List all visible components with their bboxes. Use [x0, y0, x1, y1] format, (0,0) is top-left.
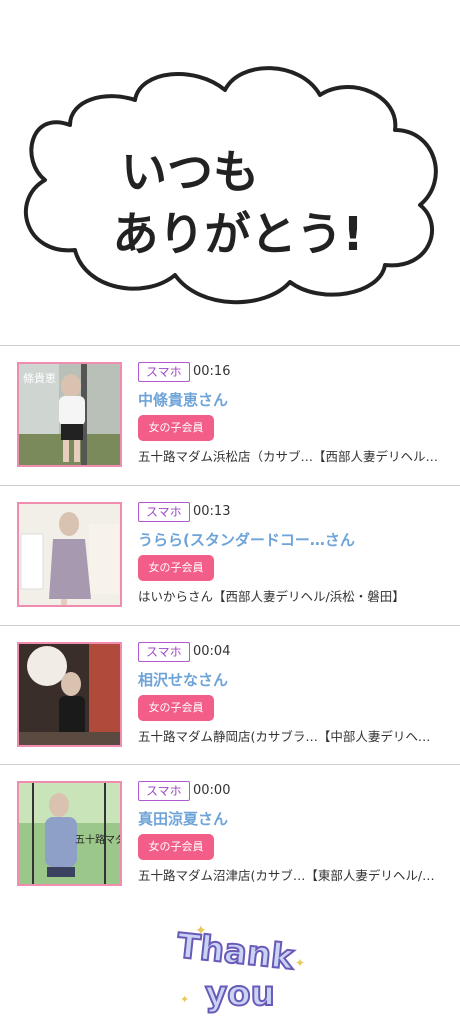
profile-photo: [19, 504, 120, 605]
shop-name: 五十路マダム沼津店(カサブ…【東部人妻デリヘル/…: [138, 868, 435, 883]
thank-you-banner: いつも ありがとう!: [0, 0, 460, 345]
member-name-link[interactable]: 相沢せなさん: [138, 670, 228, 690]
access-time: 00:13: [193, 504, 231, 519]
thumb-caption: 條貴恵: [23, 371, 56, 385]
banner-line1: いつも: [121, 145, 259, 199]
shop-name: はいからさん【西部人妻デリヘル/浜松・磐田】: [138, 589, 405, 604]
member-name-link[interactable]: うらら(スタンダードコー…さん: [138, 530, 355, 550]
member-type-badge: 女の子会員: [138, 555, 214, 581]
list-item[interactable]: 條貴恵 スマホ 00:16 中條貴恵さん 女の子会員 五十路マダム浜松店（カサブ…: [0, 346, 460, 485]
page: いつも ありがとう! 條貴恵 スマホ 00:16 中條貴恵さん 女の子会員 五十…: [0, 0, 460, 1024]
thank-you-graphic: ✦ ✦ ✦ Thank you: [0, 905, 460, 1024]
member-type-badge: 女の子会員: [138, 834, 214, 860]
thumb-caption: 五十路マダム: [75, 833, 120, 846]
profile-photo: [19, 644, 120, 745]
access-time: 00:00: [193, 783, 231, 798]
sparkle-icon: ✦: [295, 956, 305, 970]
access-time: 00:16: [193, 364, 231, 379]
banner-line2: ありがとう!: [113, 207, 364, 261]
member-name-link[interactable]: 真田涼夏さん: [138, 809, 228, 829]
profile-photo: 條貴恵: [19, 364, 120, 465]
device-badge: スマホ: [138, 781, 190, 801]
profile-thumbnail[interactable]: [17, 642, 122, 747]
thank-line1: Thank: [175, 926, 297, 978]
device-badge: スマホ: [138, 502, 190, 522]
member-type-badge: 女の子会員: [138, 695, 214, 721]
profile-thumbnail[interactable]: 條貴恵: [17, 362, 122, 467]
sparkle-icon: ✦: [180, 993, 189, 1006]
profile-photo: 五十路マダム: [19, 783, 120, 884]
thank-you-illustration: ✦ ✦ ✦ Thank you: [174, 923, 305, 1015]
shop-name: 五十路マダム静岡店(カサブラ…【中部人妻デリヘ…: [138, 729, 431, 744]
profile-thumbnail[interactable]: [17, 502, 122, 607]
list-item[interactable]: スマホ 00:13 うらら(スタンダードコー…さん 女の子会員 はいからさん【西…: [0, 486, 460, 625]
list-item[interactable]: スマホ 00:04 相沢せなさん 女の子会員 五十路マダム静岡店(カサブラ…【中…: [0, 626, 460, 765]
speech-cloud-illustration: いつも ありがとう!: [0, 0, 460, 345]
list-item[interactable]: 五十路マダム スマホ 00:00 真田涼夏さん 女の子会員 五十路マダム沼津店(…: [0, 765, 460, 904]
thank-line2: you: [205, 974, 275, 1014]
profile-thumbnail[interactable]: 五十路マダム: [17, 781, 122, 886]
member-name-link[interactable]: 中條貴恵さん: [138, 390, 228, 410]
device-badge: スマホ: [138, 362, 190, 382]
shop-name: 五十路マダム浜松店（カサブ…【西部人妻デリヘル…: [138, 449, 439, 464]
access-time: 00:04: [193, 644, 231, 659]
member-type-badge: 女の子会員: [138, 415, 214, 441]
device-badge: スマホ: [138, 642, 190, 662]
